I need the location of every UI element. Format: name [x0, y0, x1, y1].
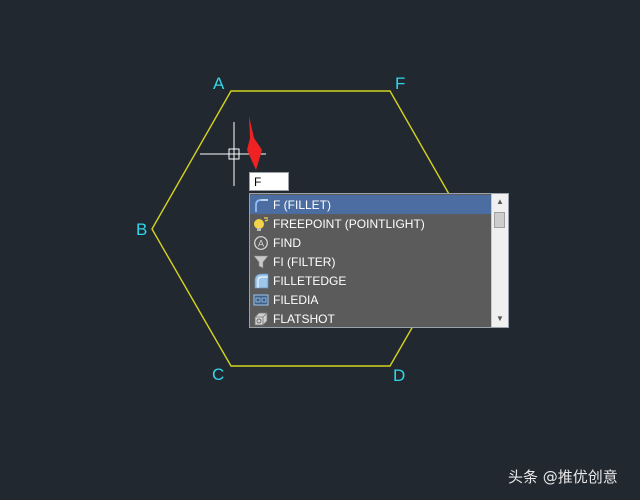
autocomplete-item-flatshot[interactable]: FLATSHOT [250, 309, 492, 328]
scroll-up-icon[interactable]: ▲ [492, 194, 508, 210]
vertex-label-a: A [213, 74, 225, 93]
red-arrow-pointer [247, 116, 262, 170]
autocomplete-item-label: FIND [273, 235, 301, 250]
autocomplete-item-label: FILLETEDGE [273, 273, 347, 288]
vertex-label-b: B [136, 220, 148, 239]
autocomplete-item-label: FI (FILTER) [273, 254, 336, 269]
autocomplete-item-freepoint[interactable]: FREEPOINT (POINTLIGHT) [250, 214, 492, 233]
autocomplete-list[interactable]: F (FILLET) FREEPOINT (POINTLIGHT) A FIND… [249, 193, 509, 328]
filletedge-icon [253, 273, 269, 289]
vertex-label-f: F [395, 74, 406, 93]
autocomplete-item-label: FILEDIA [273, 292, 319, 307]
filedia-icon [253, 292, 269, 308]
watermark-text: 头条 @推优创意 [508, 468, 618, 486]
autocomplete-item-label: F (FILLET) [273, 197, 332, 212]
autocomplete-item-fillet[interactable]: F (FILLET) [250, 195, 492, 214]
autocomplete-item-label: FLATSHOT [273, 311, 335, 326]
autocomplete-item-find[interactable]: A FIND [250, 233, 492, 252]
scroll-down-icon[interactable]: ▼ [492, 311, 508, 327]
autocomplete-item-filter[interactable]: FI (FILTER) [250, 252, 492, 271]
autocomplete-scrollbar[interactable]: ▲ ▼ [491, 194, 508, 327]
autocomplete-item-filletedge[interactable]: FILLETEDGE [250, 271, 492, 290]
vertex-label-c: C [212, 365, 225, 384]
svg-text:A: A [258, 238, 264, 248]
vertex-label-d: D [393, 366, 406, 385]
find-icon: A [253, 235, 269, 251]
pointlight-icon [253, 216, 269, 232]
autocomplete-item-label: FREEPOINT (POINTLIGHT) [273, 216, 425, 231]
fillet-icon [253, 197, 269, 213]
scrollbar-thumb[interactable] [494, 212, 505, 228]
filter-icon [253, 254, 269, 270]
autocomplete-item-filedia[interactable]: FILEDIA [250, 290, 492, 309]
flatshot-icon [253, 311, 269, 327]
command-input[interactable]: F [249, 172, 289, 191]
